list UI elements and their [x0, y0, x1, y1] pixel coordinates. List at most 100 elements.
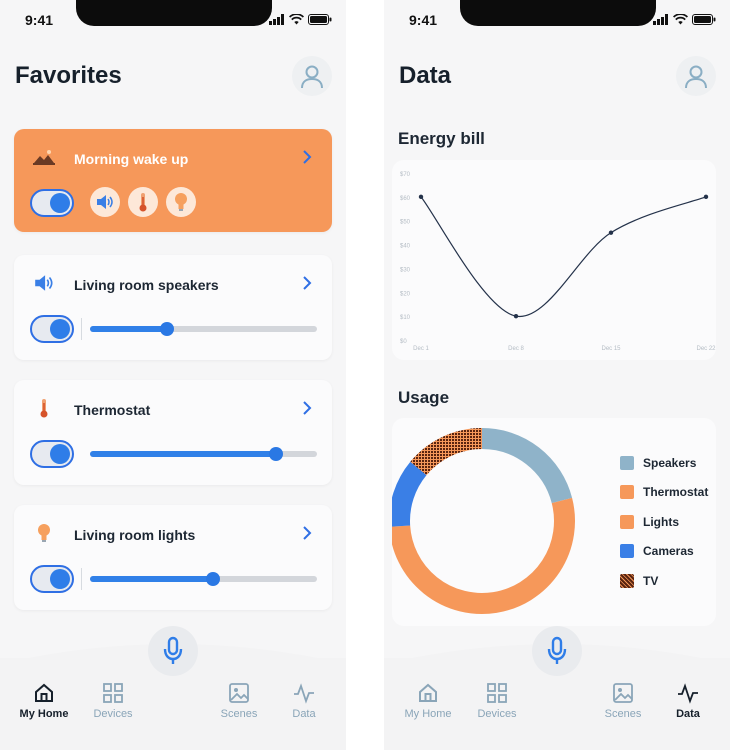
- user-icon: [301, 65, 323, 89]
- slider-fill: [90, 451, 277, 457]
- scene-toggle[interactable]: [30, 189, 74, 217]
- legend-item: TV: [620, 566, 708, 596]
- legend-label: Thermostat: [643, 485, 709, 500]
- scene-card-morning-wake-up[interactable]: Morning wake up: [14, 129, 332, 232]
- status-time: 9:41: [25, 12, 54, 28]
- profile-avatar-button[interactable]: [676, 56, 716, 96]
- chevron-right-icon[interactable]: [302, 275, 312, 291]
- device-card-living-room-lights[interactable]: Living room lights: [14, 505, 332, 610]
- toggle-knob: [50, 319, 70, 339]
- favorites-screen: 9:41 Favorites Morning wake up Living ro…: [0, 0, 346, 750]
- voice-button[interactable]: [148, 626, 198, 676]
- nav-scenes[interactable]: Scenes: [593, 682, 653, 720]
- speaker-icon: [90, 187, 120, 217]
- card-title: Living room speakers: [74, 277, 219, 293]
- device-card-thermostat[interactable]: Thermostat: [14, 380, 332, 485]
- legend-swatch: [620, 455, 634, 470]
- profile-avatar-button[interactable]: [292, 56, 332, 96]
- card-title: Morning wake up: [74, 151, 189, 167]
- legend-label: Cameras: [643, 544, 694, 559]
- page-title: Data: [399, 62, 452, 89]
- nav-label: Scenes: [220, 708, 258, 720]
- y-tick-label: $50: [400, 220, 411, 226]
- nav-my-home[interactable]: My Home: [398, 682, 458, 720]
- y-tick-label: $40: [400, 244, 411, 250]
- nav-data[interactable]: Data: [658, 682, 718, 720]
- legend-swatch: [620, 514, 634, 529]
- y-tick-label: $20: [400, 291, 411, 297]
- usage-chart-panel: Speakers Thermostat Lights Cameras TV: [392, 418, 716, 626]
- x-tick-label: Dec 8: [508, 346, 524, 352]
- legend-item: Speakers: [620, 448, 708, 478]
- nav-label: My Home: [404, 708, 452, 720]
- nav-label: Devices: [93, 708, 133, 720]
- toggle-knob: [50, 444, 70, 464]
- y-tick-label: $0: [400, 339, 407, 345]
- slider-thumb[interactable]: [269, 447, 284, 461]
- donut-slice-lights: [392, 497, 575, 614]
- legend-item: Thermostat: [620, 478, 708, 508]
- status-icons: [653, 14, 716, 25]
- toggle-knob: [50, 193, 70, 213]
- usage-legend: Speakers Thermostat Lights Cameras TV: [620, 448, 708, 596]
- notch: [460, 0, 656, 26]
- donut-slice-tv: [410, 428, 483, 476]
- slider-thumb[interactable]: [205, 572, 220, 586]
- x-tick-label: Dec 15: [601, 346, 621, 352]
- x-tick-label: Dec 22: [696, 346, 716, 352]
- chevron-right-icon[interactable]: [302, 400, 312, 416]
- home-icon: [419, 683, 437, 702]
- legend-swatch: [620, 573, 634, 588]
- microphone-icon: [547, 636, 567, 664]
- bottom-nav: My Home Devices Scenes Data: [0, 626, 346, 750]
- lightbulb-icon: [166, 187, 196, 217]
- legend-label: Speakers: [643, 455, 697, 470]
- volume-slider[interactable]: [90, 322, 317, 336]
- signal-icon: [269, 14, 284, 25]
- thermometer-icon: [32, 396, 56, 420]
- chevron-right-icon[interactable]: [302, 149, 312, 165]
- energy-line-chart: $0 $10 $20 $30 $40 $50 $60 $70 Dec 1 Dec 8 Dec 15 D…: [400, 172, 716, 352]
- energy-series-line: [420, 196, 707, 317]
- legend-label: Lights: [643, 514, 679, 529]
- divider: [81, 568, 82, 590]
- legend-swatch: [620, 544, 634, 559]
- nav-my-home[interactable]: My Home: [14, 682, 74, 720]
- wifi-icon: [289, 14, 304, 25]
- donut-slice-cameras: [392, 461, 427, 527]
- legend-label: TV: [643, 573, 659, 588]
- activity-icon: [678, 683, 698, 704]
- device-toggle[interactable]: [30, 440, 74, 468]
- voice-button[interactable]: [532, 626, 582, 676]
- image-icon: [229, 683, 249, 703]
- home-icon: [35, 683, 53, 702]
- battery-icon: [692, 14, 716, 25]
- brightness-slider[interactable]: [90, 572, 317, 586]
- wifi-icon: [673, 14, 688, 25]
- status-icons: [269, 14, 332, 25]
- nav-scenes[interactable]: Scenes: [209, 682, 269, 720]
- nav-devices[interactable]: Devices: [83, 682, 143, 720]
- device-toggle[interactable]: [30, 315, 74, 343]
- nav-label: Scenes: [604, 708, 642, 720]
- slider-thumb[interactable]: [160, 322, 175, 336]
- scene-device-icons: [90, 187, 196, 217]
- slider-fill: [90, 576, 213, 582]
- nav-label: Devices: [477, 708, 517, 720]
- x-tick-label: Dec 1: [413, 346, 429, 352]
- device-toggle[interactable]: [30, 565, 74, 593]
- data-point: [608, 230, 614, 235]
- y-tick-label: $70: [400, 172, 411, 178]
- signal-icon: [653, 14, 668, 25]
- nav-label: Data: [292, 708, 316, 720]
- temperature-slider[interactable]: [90, 447, 317, 461]
- nav-data[interactable]: Data: [274, 682, 334, 720]
- lightbulb-icon: [32, 521, 56, 545]
- image-icon: [613, 683, 633, 703]
- sunrise-icon: [32, 145, 56, 169]
- nav-devices[interactable]: Devices: [467, 682, 527, 720]
- notch: [76, 0, 272, 26]
- microphone-icon: [163, 636, 183, 664]
- device-card-living-room-speakers[interactable]: Living room speakers: [14, 255, 332, 360]
- chevron-right-icon[interactable]: [302, 525, 312, 541]
